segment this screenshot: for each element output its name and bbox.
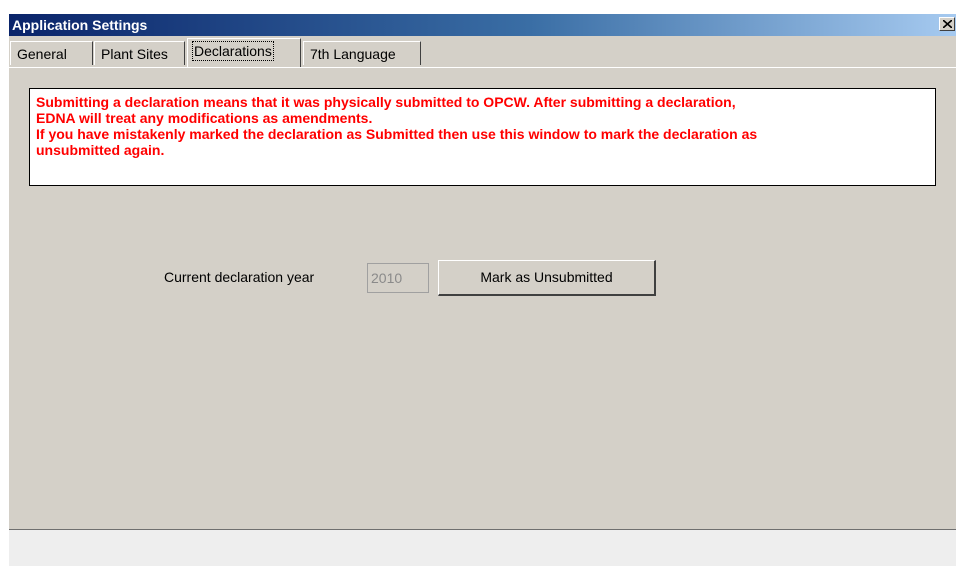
warning-line: If you have mistakenly marked the declar… [36,126,758,142]
application-settings-window: Application Settings General Plant Sites… [9,14,956,566]
tab-7th-language[interactable]: 7th Language [303,41,421,65]
mark-as-unsubmitted-button[interactable]: Mark as Unsubmitted [438,260,656,296]
close-icon [943,20,952,28]
declaration-year-field [367,263,429,293]
status-bar [9,530,956,566]
tab-strip-baseline [9,67,956,68]
warning-line: unsubmitted again. [36,142,165,158]
tab-declarations[interactable]: Declarations [187,38,301,67]
tab-strip: General Plant Sites Declarations 7th Lan… [9,36,956,74]
warning-line: Submitting a declaration means that it w… [36,94,736,110]
warning-line: EDNA will treat any modifications as ame… [36,110,373,126]
declaration-year-label: Current declaration year [164,269,315,285]
tab-plant-sites[interactable]: Plant Sites [94,41,185,65]
tab-7th-language-label: 7th Language [310,46,396,62]
title-bar[interactable]: Application Settings [9,14,956,36]
tab-general[interactable]: General [10,41,93,65]
submission-warning-box: Submitting a declaration means that it w… [29,88,936,186]
window-title: Application Settings [12,17,148,33]
tab-plant-sites-label: Plant Sites [101,46,168,62]
close-button[interactable] [939,17,955,31]
tab-general-label: General [17,46,67,62]
tab-declarations-label: Declarations [192,41,274,61]
